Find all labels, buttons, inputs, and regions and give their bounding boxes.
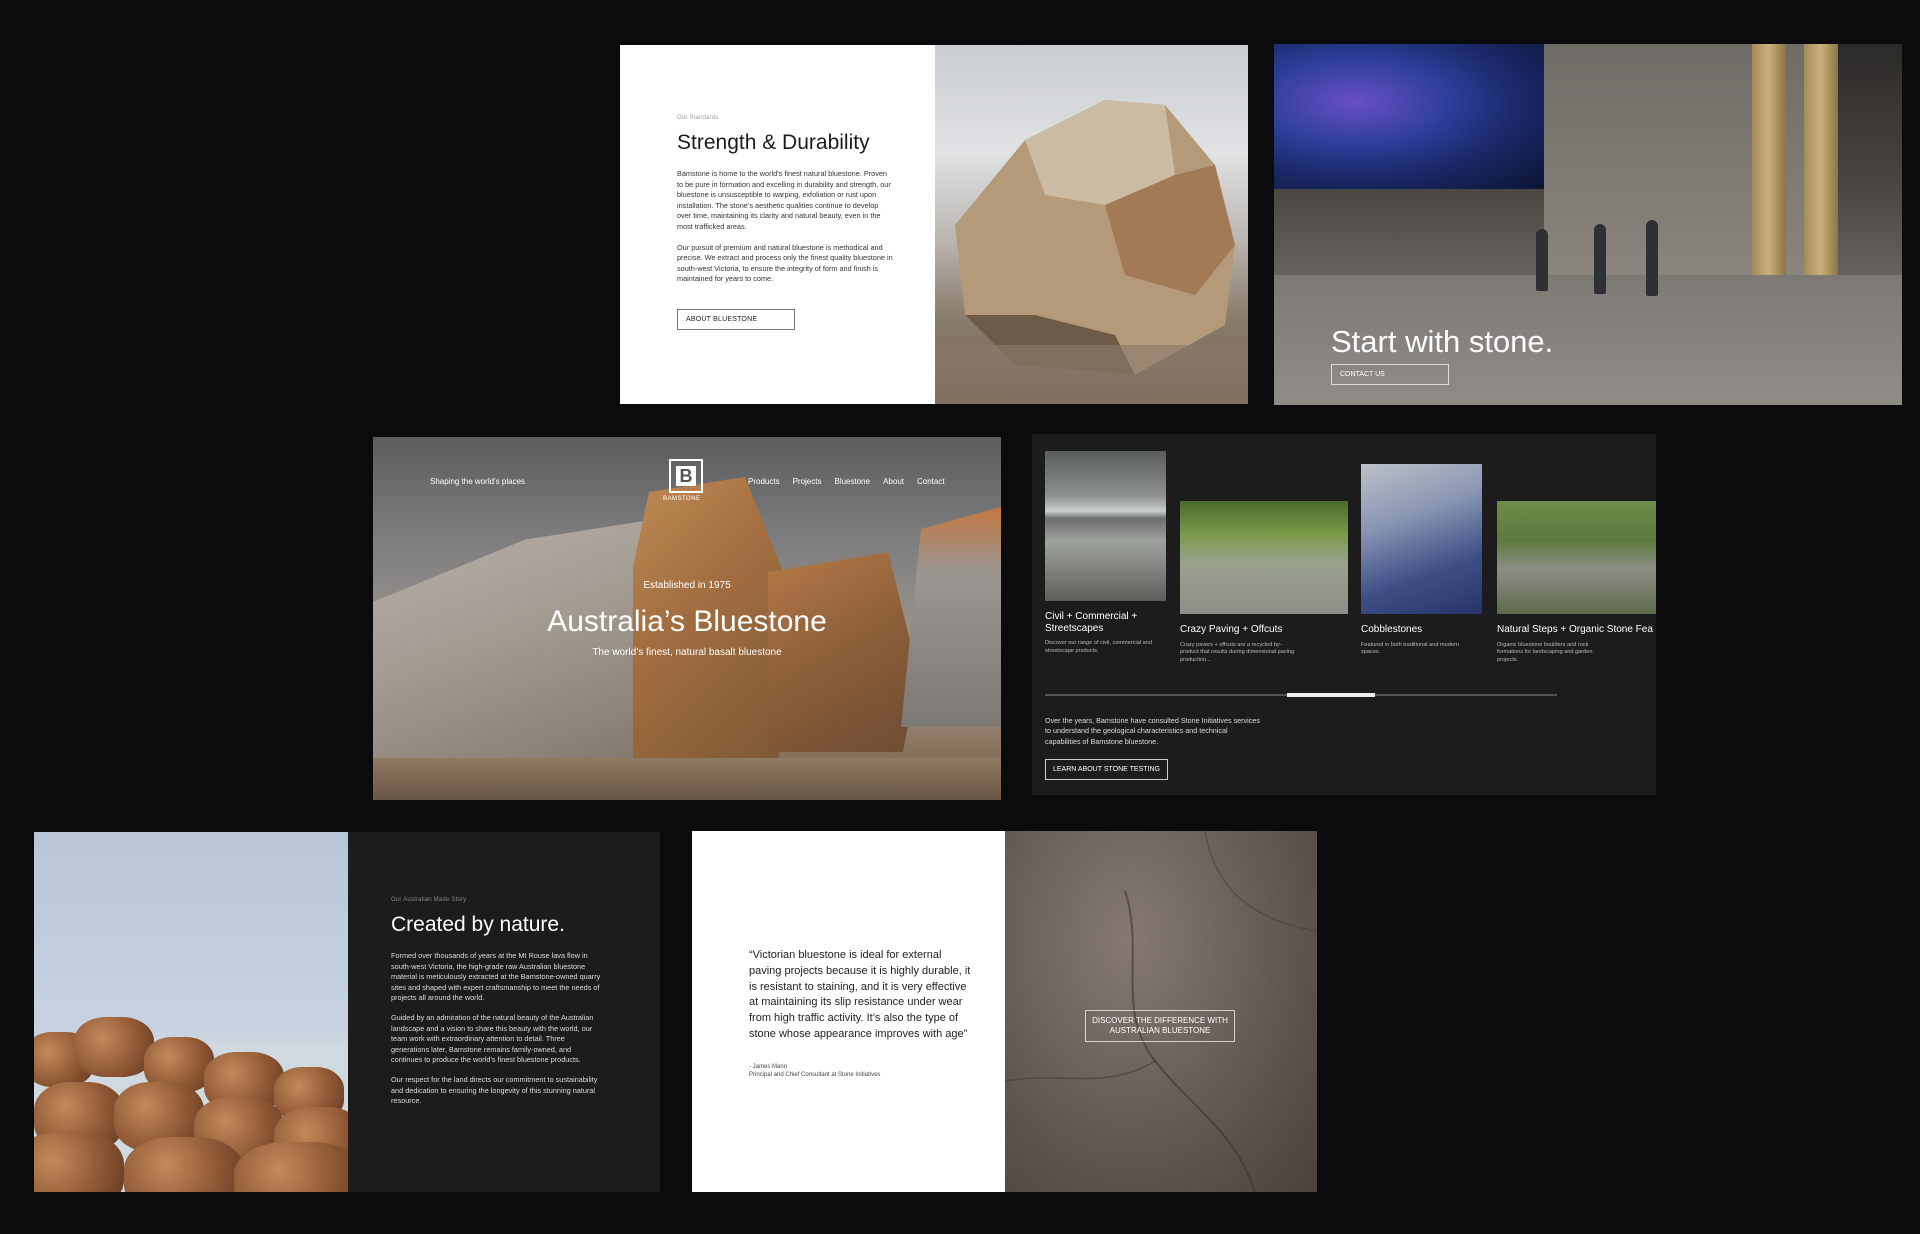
product-card-civil[interactable]: Civil + Commercial + Streetscapes Discov… xyxy=(1045,451,1166,655)
person xyxy=(1594,224,1606,294)
products-panel: Civil + Commercial + Streetscapes Discov… xyxy=(1032,434,1656,795)
rock-pile-image xyxy=(34,832,348,1192)
nature-paragraph-3: Our respect for the land directs our com… xyxy=(391,1074,598,1106)
nature-title: Created by nature. xyxy=(391,913,565,936)
boulder xyxy=(234,1142,348,1192)
quote-author: - James Mann Principal and Chief Consult… xyxy=(749,1063,1005,1079)
nature-eyebrow: Our Australian Made Story xyxy=(391,897,467,903)
nature-paragraph-2: Guided by an admiration of the natural b… xyxy=(391,1012,594,1065)
product-card-crazy-paving[interactable]: Crazy Paving + Offcuts Crazy pavers + of… xyxy=(1180,501,1348,664)
product-card-title: Cobblestones xyxy=(1361,624,1423,635)
learn-stone-testing-button[interactable]: LEARN ABOUT STONE TESTING xyxy=(1045,759,1168,780)
strength-title: Strength & Durability xyxy=(677,131,870,154)
established-text: Established in 1975 xyxy=(643,580,731,591)
lobby-pillar xyxy=(1804,44,1838,314)
product-card-cobblestones[interactable]: Cobblestones Featured in both traditiona… xyxy=(1361,464,1482,657)
nav-contact[interactable]: Contact xyxy=(917,477,945,486)
hero-title: Australia’s Bluestone xyxy=(547,605,827,638)
product-card-title: Civil + Commercial + Streetscapes xyxy=(1045,611,1138,634)
person xyxy=(1536,229,1548,291)
nav-products[interactable]: Products xyxy=(748,477,780,486)
hero-panel: Shaping the world’s places B BAMSTONE Pr… xyxy=(373,437,1001,800)
nav-projects[interactable]: Projects xyxy=(793,477,822,486)
ground xyxy=(373,758,1001,800)
natural-steps-image xyxy=(1497,501,1656,614)
boulder xyxy=(74,1017,154,1077)
nature-paragraph-1: Formed over thousands of years at the Mt… xyxy=(391,951,601,1003)
testimonial-quote: “Victorian bluestone is ideal for extern… xyxy=(749,949,971,1040)
nav-bluestone[interactable]: Bluestone xyxy=(834,477,870,486)
logo-mark: B xyxy=(676,466,696,486)
lobby-pillar xyxy=(1752,44,1786,314)
carousel-scrollbar-thumb[interactable] xyxy=(1287,693,1375,697)
main-nav: Products Projects Bluestone About Contac… xyxy=(748,477,945,486)
logo-wordmark: BAMSTONE xyxy=(663,496,701,502)
hero-subtitle: The world’s finest, natural basalt blues… xyxy=(592,647,782,658)
quote-panel: “Victorian bluestone is ideal for extern… xyxy=(692,831,1317,1192)
product-card-desc: Organic bluestone boulders and rock form… xyxy=(1497,641,1593,663)
about-bluestone-button[interactable]: ABOUT BLUESTONE xyxy=(677,308,795,330)
strength-paragraph-2: Our pursuit of premium and natural blues… xyxy=(677,242,893,284)
product-card-desc: Discover our range of civil, commercial … xyxy=(1045,640,1152,654)
strength-panel: Our Standards Strength & Durability Bams… xyxy=(620,45,1248,404)
civil-image xyxy=(1045,451,1166,601)
quote-author-name: - James Mann xyxy=(749,1063,788,1070)
boulder xyxy=(34,1132,124,1192)
nature-text: Our Australian Made Story Created by nat… xyxy=(348,832,660,1192)
lobby-video-wall xyxy=(1274,44,1544,189)
product-card-natural-steps[interactable]: Natural Steps + Organic Stone Fea Organi… xyxy=(1497,501,1656,664)
boulder xyxy=(124,1137,244,1192)
person xyxy=(1646,220,1658,296)
quote-author-role: Principal and Chief Consultant at Stone … xyxy=(749,1071,881,1078)
boulder-image xyxy=(935,45,1248,404)
contact-us-button[interactable]: CONTACT US xyxy=(1331,364,1449,385)
discover-difference-button[interactable]: DISCOVER THE DIFFERENCE WITH AUSTRALIAN … xyxy=(1085,1010,1235,1042)
tagline: Shaping the world’s places xyxy=(430,477,526,486)
start-with-stone-panel: Start with stone. CONTACT US xyxy=(1274,44,1902,405)
stone-texture-image: DISCOVER THE DIFFERENCE WITH AUSTRALIAN … xyxy=(1005,831,1317,1192)
quote-text-block: “Victorian bluestone is ideal for extern… xyxy=(692,831,1005,1192)
strength-eyebrow: Our Standards xyxy=(677,115,719,121)
product-card-desc: Crazy pavers + offcuts are a recycled by… xyxy=(1180,641,1295,663)
strength-text: Our Standards Strength & Durability Bams… xyxy=(620,45,935,404)
nature-panel: Our Australian Made Story Created by nat… xyxy=(34,832,660,1192)
nav-about[interactable]: About xyxy=(883,477,904,486)
product-card-title: Natural Steps + Organic Stone Fea xyxy=(1497,624,1653,635)
logo[interactable]: B xyxy=(669,459,703,493)
crazy-paving-image xyxy=(1180,501,1348,614)
product-card-desc: Featured in both traditional and modern … xyxy=(1361,641,1459,656)
cobblestones-image xyxy=(1361,464,1482,614)
stone-testing-text: Over the years, Bamstone have consulted … xyxy=(1045,716,1260,746)
product-card-title: Crazy Paving + Offcuts xyxy=(1180,624,1283,635)
strength-paragraph-1: Bamstone is home to the world’s finest n… xyxy=(677,169,891,231)
start-title: Start with stone. xyxy=(1331,324,1554,359)
